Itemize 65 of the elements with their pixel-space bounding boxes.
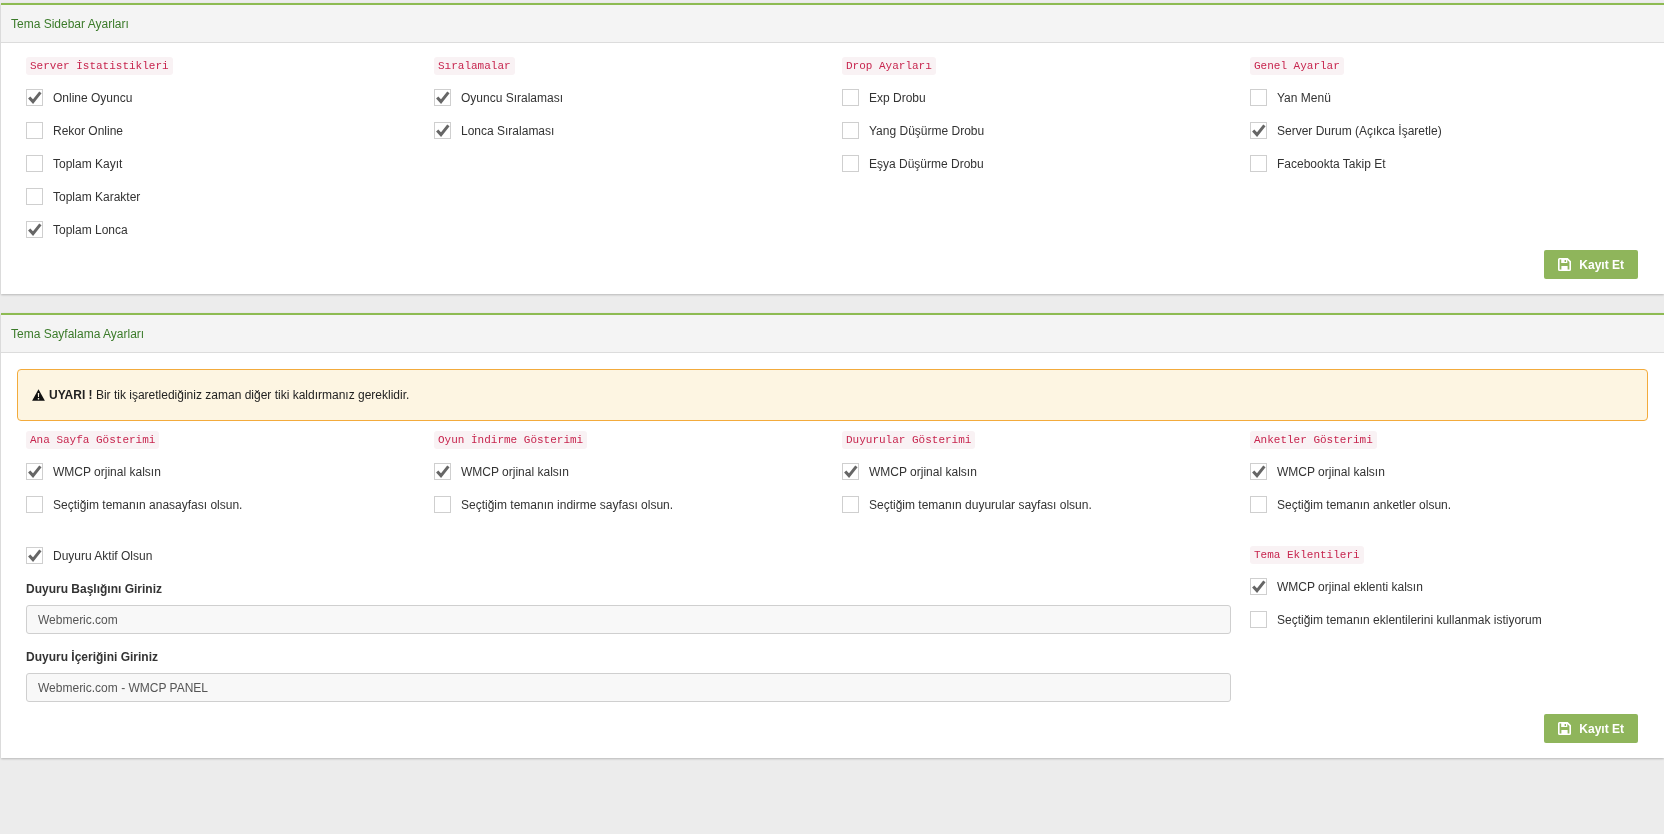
checkbox[interactable]: [842, 463, 859, 480]
warning-text: UYARI ! Bir tik işaretlediğiniz zaman diğer tiki kaldırmanız gereklidir.: [49, 387, 410, 403]
section-heading: Anketler Gösterimi: [1250, 431, 1377, 449]
checkbox[interactable]: [1250, 496, 1267, 513]
section-heading: Ana Sayfa Gösterimi: [26, 431, 160, 449]
checkbox-label[interactable]: Yan Menü: [1277, 89, 1331, 106]
checkbox[interactable]: [26, 496, 43, 513]
checkbox-label[interactable]: Server Durum (Açıkca İşaretle): [1277, 122, 1442, 139]
checkbox-label[interactable]: Exp Drobu: [869, 89, 926, 106]
checkbox[interactable]: [26, 547, 43, 564]
checkbox[interactable]: [1250, 463, 1267, 480]
checkbox-label[interactable]: WMCP orjinal kalsın: [53, 463, 161, 480]
checkbox[interactable]: [26, 463, 43, 480]
checkbox-label[interactable]: Duyuru Aktif Olsun: [53, 547, 153, 564]
checkbox[interactable]: [26, 221, 43, 238]
checkbox[interactable]: [842, 122, 859, 139]
checkbox-label[interactable]: Oyuncu Sıralaması: [461, 89, 564, 106]
panel-title: Tema Sidebar Ayarları: [11, 15, 129, 32]
checkbox[interactable]: [1250, 611, 1267, 628]
section-heading: Duyurular Gösterimi: [842, 431, 976, 449]
checkbox-label[interactable]: Seçtiğim temanın duyurular sayfası olsun.: [869, 496, 1092, 513]
checkbox[interactable]: [434, 463, 451, 480]
section-heading: Sıralamalar: [434, 57, 515, 75]
checkbox-label[interactable]: Seçtiğim temanın anasayfası olsun.: [53, 496, 243, 513]
checkbox[interactable]: [1250, 89, 1267, 106]
checkbox[interactable]: [26, 122, 43, 139]
section-heading: Genel Ayarlar: [1250, 57, 1344, 75]
checkbox[interactable]: [842, 496, 859, 513]
checkbox[interactable]: [434, 122, 451, 139]
section-heading: Oyun İndirme Gösterimi: [434, 431, 588, 449]
checkbox[interactable]: [1250, 578, 1267, 595]
checkbox-label[interactable]: Toplam Karakter: [53, 188, 141, 205]
section-heading: Drop Ayarları: [842, 57, 936, 75]
section-heading: Server İstatistikleri: [26, 57, 173, 75]
panel-title: Tema Sayfalama Ayarları: [11, 325, 145, 342]
field-label: Duyuru İçeriğini Giriniz: [26, 649, 160, 665]
checkbox-label[interactable]: Yang Düşürme Drobu: [869, 122, 985, 139]
checkbox-label[interactable]: WMCP orjinal kalsın: [461, 463, 569, 480]
section-heading: Tema Eklentileri: [1250, 546, 1364, 564]
checkbox-label[interactable]: Rekor Online: [53, 122, 124, 139]
checkbox-label[interactable]: Seçtiğim temanın indirme sayfası olsun.: [461, 496, 674, 513]
checkbox-label[interactable]: Lonca Sıralaması: [461, 122, 555, 139]
checkbox-label[interactable]: Seçtiğim temanın anketler olsun.: [1277, 496, 1452, 513]
checkbox-label[interactable]: WMCP orjinal kalsın: [1277, 463, 1385, 480]
checkbox-label[interactable]: WMCP orjinal eklenti kalsın: [1277, 578, 1423, 595]
checkbox[interactable]: [842, 155, 859, 172]
checkbox-label[interactable]: Toplam Kayıt: [53, 155, 123, 172]
warning-triangle-icon: [32, 389, 45, 401]
checkbox-label[interactable]: WMCP orjinal kalsın: [869, 463, 977, 480]
checkbox[interactable]: [26, 188, 43, 205]
checkbox[interactable]: [434, 496, 451, 513]
checkbox[interactable]: [842, 89, 859, 106]
text-input[interactable]: Webmeric.com: [26, 605, 1231, 634]
checkbox[interactable]: [26, 89, 43, 106]
checkbox-label[interactable]: Facebookta Takip Et: [1277, 155, 1386, 172]
checkbox-label[interactable]: Seçtiğim temanın eklentilerini kullanmak istiyorum: [1277, 611, 1542, 628]
checkbox-label[interactable]: Online Oyuncu: [53, 89, 133, 106]
checkbox[interactable]: [1250, 122, 1267, 139]
checkbox[interactable]: [26, 155, 43, 172]
field-label: Duyuru Başlığını Giriniz: [26, 581, 163, 597]
checkbox[interactable]: [434, 89, 451, 106]
text-input[interactable]: Webmeric.com - WMCP PANEL: [26, 673, 1231, 702]
checkbox-label[interactable]: Toplam Lonca: [53, 221, 128, 238]
checkbox-label[interactable]: Eşya Düşürme Drobu: [869, 155, 984, 172]
checkbox[interactable]: [1250, 155, 1267, 172]
